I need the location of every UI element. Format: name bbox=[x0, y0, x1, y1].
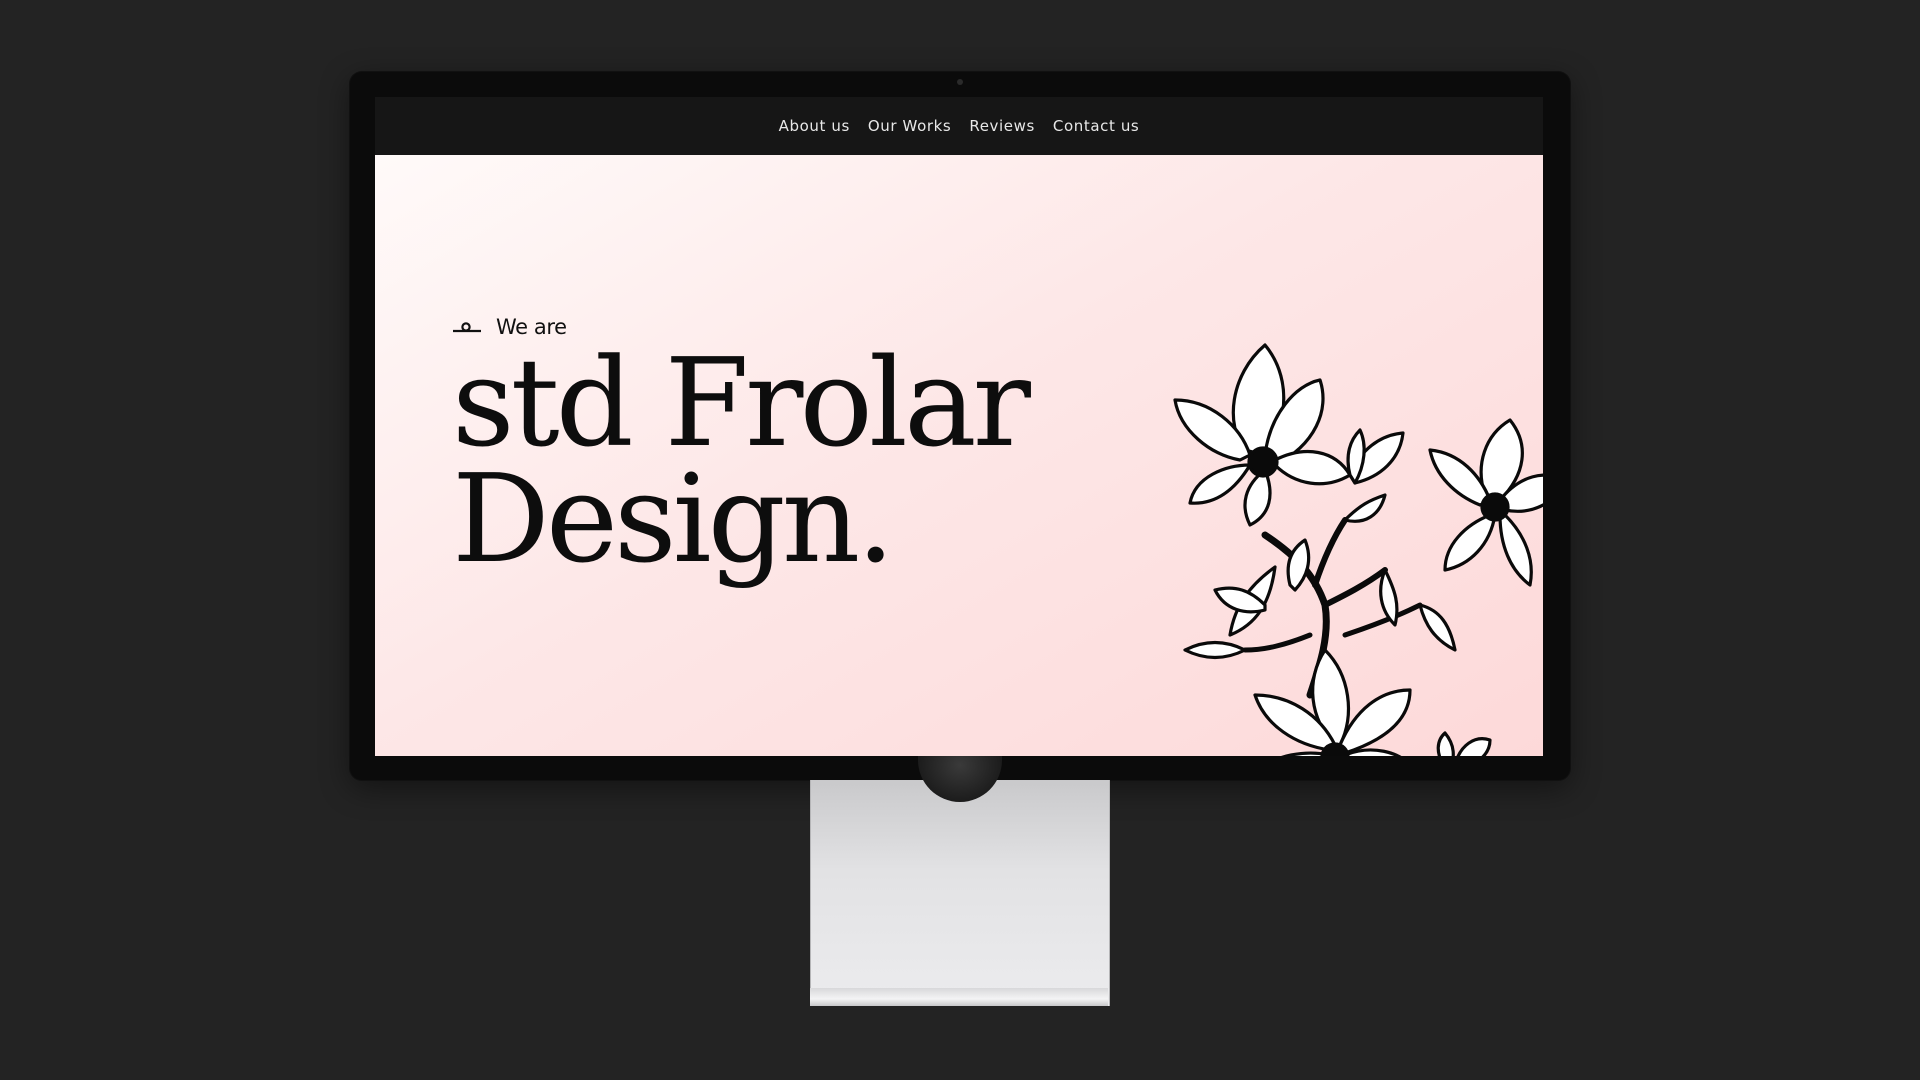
mockup-stage: About us Our Works Reviews Contact us We… bbox=[0, 0, 1920, 1080]
hero-headline-line2: Design. bbox=[452, 448, 895, 590]
hero-headline-line1: std Frolar bbox=[452, 332, 1031, 474]
nav-our-works[interactable]: Our Works bbox=[868, 117, 951, 135]
magnolia-flowers-illustration bbox=[1173, 343, 1543, 756]
monitor-screen: About us Our Works Reviews Contact us We… bbox=[375, 97, 1543, 756]
top-navbar: About us Our Works Reviews Contact us bbox=[375, 97, 1543, 155]
camera-icon bbox=[957, 79, 963, 85]
hero-section: We are std Frolar Design. bbox=[375, 155, 1543, 756]
nav-reviews[interactable]: Reviews bbox=[969, 117, 1035, 135]
hero-headline: std Frolar Design. bbox=[452, 332, 1031, 590]
monitor-stand bbox=[810, 780, 1110, 1006]
nav-about-us[interactable]: About us bbox=[779, 117, 850, 135]
monitor-stand-base bbox=[810, 988, 1108, 1006]
nav-contact-us[interactable]: Contact us bbox=[1053, 117, 1139, 135]
